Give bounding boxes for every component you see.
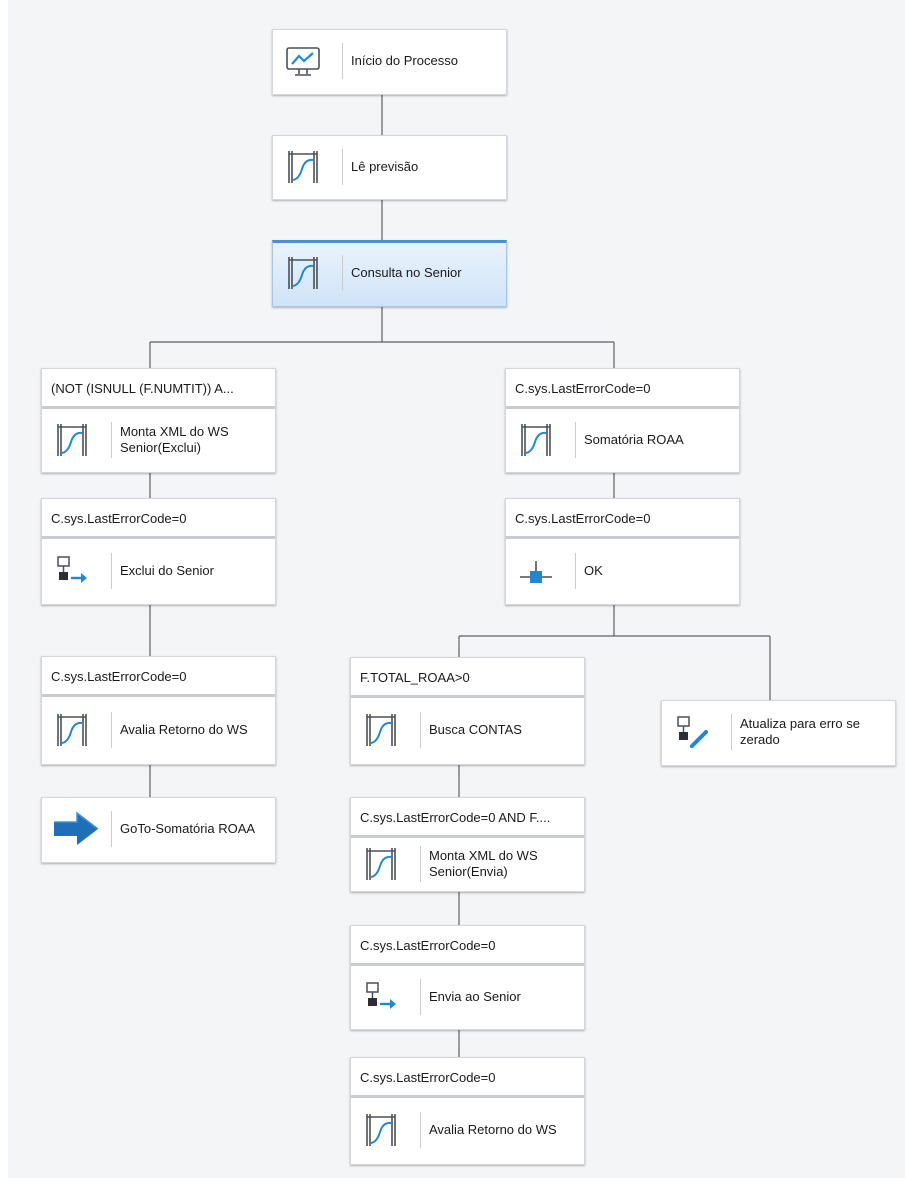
call-flow-icon [52, 551, 92, 591]
node-label: Início do Processo [351, 53, 458, 68]
flow-node-atualiza-erro[interactable]: Atualiza para erro se zerado [661, 700, 896, 766]
divider [420, 712, 421, 748]
junction-icon [516, 551, 556, 591]
call-flow-icon [361, 977, 401, 1017]
node-body: Busca CONTAS [351, 696, 584, 764]
sql-gate-icon [283, 253, 323, 293]
flow-node-somatoria-roaa[interactable]: C.sys.LastErrorCode=0 Somatória ROAA [505, 368, 740, 473]
flow-node-monta-xml-exclui[interactable]: (NOT (ISNULL (F.NUMTIT)) A... Monta XML d… [41, 368, 276, 473]
flow-canvas: Início do Processo Lê previsão Consulta no… [8, 0, 905, 1178]
divider [111, 811, 112, 847]
node-label: Busca CONTAS [429, 722, 522, 737]
flow-node-ok[interactable]: C.sys.LastErrorCode=0 OK [505, 498, 740, 605]
condition-label: C.sys.LastErrorCode=0 [506, 499, 739, 539]
node-body: Exclui do Senior [42, 537, 275, 604]
sql-gate-icon [361, 1110, 401, 1150]
node-body: Início do Processo [273, 28, 506, 94]
sql-gate-icon [516, 420, 556, 460]
flow-node-consulta-senior[interactable]: Consulta no Senior [272, 240, 507, 307]
divider [342, 43, 343, 79]
divider [575, 552, 576, 589]
divider [111, 421, 112, 458]
sql-gate-icon [52, 420, 92, 460]
flow-node-le-previsao[interactable]: Lê previsão [272, 135, 507, 200]
node-body: Monta XML do WS Senior(Exclui) [42, 407, 275, 472]
divider [420, 978, 421, 1015]
node-label: Lê previsão [351, 158, 419, 174]
divider [342, 148, 343, 185]
node-label: Consulta no Senior [351, 264, 462, 280]
node-body: Somatória ROAA [506, 407, 739, 472]
divider [420, 1112, 421, 1148]
node-label: GoTo-Somatória ROAA [120, 821, 256, 836]
node-body: Avalia Retorno do WS [351, 1096, 584, 1164]
node-label: Avalia Retorno do WS [429, 1122, 557, 1137]
divider [342, 254, 343, 291]
flow-node-busca-contas[interactable]: F.TOTAL_ROAA>0 Busca CONTAS [350, 657, 585, 765]
node-label: Envia ao Senior [429, 988, 521, 1004]
node-body: Consulta no Senior [273, 239, 506, 306]
node-label: Monta XML do WS Senior(Exclui) [120, 423, 229, 455]
condition-label: F.TOTAL_ROAA>0 [351, 658, 584, 698]
node-body: GoTo-Somatória ROAA [42, 796, 275, 862]
node-body: Avalia Retorno do WS [42, 695, 275, 764]
divider [111, 711, 112, 748]
node-label: Exclui do Senior [120, 562, 214, 578]
flow-node-avalia-retorno-left[interactable]: C.sys.LastErrorCode=0 Avalia Retorno do W… [41, 656, 276, 765]
condition-label: C.sys.LastErrorCode=0 [506, 369, 739, 409]
flow-node-envia-senior[interactable]: C.sys.LastErrorCode=0 Envia ao Senior [350, 925, 585, 1030]
condition-label: C.sys.LastErrorCode=0 [351, 1058, 584, 1098]
sql-gate-icon [52, 710, 92, 750]
flow-node-avalia-retorno-bottom[interactable]: C.sys.LastErrorCode=0 Avalia Retorno do W… [350, 1057, 585, 1165]
edit-flow-icon [672, 712, 712, 752]
condition-label: (NOT (ISNULL (F.NUMTIT)) A... [42, 369, 275, 409]
divider [111, 552, 112, 589]
node-label: Somatória ROAA [584, 431, 684, 447]
node-label: Atualiza para erro se zerado [740, 716, 860, 747]
sql-gate-icon [361, 710, 401, 750]
condition-label: C.sys.LastErrorCode=0 [351, 926, 584, 966]
divider [575, 421, 576, 458]
flow-node-exclui-senior[interactable]: C.sys.LastErrorCode=0 Exclui do Senior [41, 498, 276, 605]
node-body: Monta XML do WS Senior(Envia) [351, 836, 584, 891]
flow-node-goto-somatoria[interactable]: GoTo-Somatória ROAA [41, 797, 276, 863]
node-label: Avalia Retorno do WS [120, 721, 248, 737]
condition-label: C.sys.LastErrorCode=0 [42, 499, 275, 539]
goto-arrow-icon [52, 809, 99, 849]
condition-label: C.sys.LastErrorCode=0 AND F.... [351, 798, 584, 838]
divider [731, 714, 732, 750]
condition-label: C.sys.LastErrorCode=0 [42, 657, 275, 697]
flow-node-monta-xml-envia[interactable]: C.sys.LastErrorCode=0 AND F.... Monta XML… [350, 797, 585, 892]
node-body: Atualiza para erro se zerado [662, 699, 895, 765]
flow-node-start[interactable]: Início do Processo [272, 29, 507, 95]
sql-gate-icon [283, 147, 323, 187]
node-body: Lê previsão [273, 134, 506, 199]
sql-gate-icon [361, 844, 401, 884]
node-body: Envia ao Senior [351, 964, 584, 1029]
divider [420, 845, 421, 882]
node-label: Monta XML do WS Senior(Envia) [429, 847, 538, 879]
monitor-chart-icon [283, 41, 323, 81]
node-label: OK [584, 562, 603, 578]
node-body: OK [506, 537, 739, 604]
